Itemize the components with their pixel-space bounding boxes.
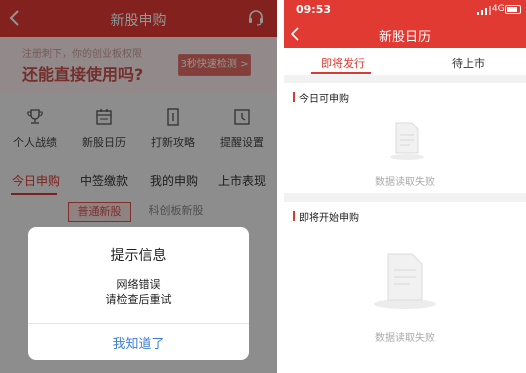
section-accent-bar	[293, 211, 295, 221]
top-nav-bar: 新股日历	[284, 20, 526, 48]
dialog-confirm-button[interactable]: 我知道了	[28, 333, 249, 352]
left-screen-ipo-subscribe: 新股申购 注册刺下，你的创业板权限 还能直接使用吗? 3秒快速检测 > 个人战绩	[0, 0, 277, 373]
dialog-message: 网络错误	[116, 278, 161, 291]
right-screen-ipo-calendar: 09:53 4G 新股日历 即将发行 待上市 今日可申购 数据读取失败 即将开始…	[284, 0, 526, 373]
section-title: 即将开始申购	[299, 213, 359, 224]
battery-icon	[505, 5, 521, 14]
empty-state-text: 数据读取失败	[375, 333, 435, 344]
screen-gap	[277, 0, 284, 373]
empty-document-icon	[374, 253, 436, 309]
dialog-title: 提示信息	[110, 248, 167, 264]
tab-pending-listing[interactable]: 待上市	[452, 55, 485, 71]
network-type: 4G	[492, 4, 505, 14]
page-title: 新股日历	[378, 30, 431, 45]
empty-state-text: 数据读取失败	[375, 177, 435, 188]
section-title: 今日可申购	[299, 94, 349, 105]
signal-icon	[477, 6, 491, 15]
empty-document-icon	[390, 122, 424, 160]
section-accent-bar	[293, 92, 295, 102]
dialog-message: 请检查后重试	[105, 293, 172, 306]
tab-upcoming-issue[interactable]: 即将发行	[321, 55, 365, 71]
section-card-today: 今日可申购 数据读取失败	[284, 83, 526, 193]
active-tab-underline	[311, 72, 371, 74]
alert-dialog: 提示信息 网络错误 请检查后重试 我知道了	[28, 227, 249, 360]
status-bar: 09:53 4G	[284, 0, 526, 20]
dialog-divider	[28, 323, 249, 324]
status-time: 09:53	[296, 3, 332, 16]
section-card-upcoming: 即将开始申购 数据读取失败	[284, 202, 526, 373]
calendar-tabs: 即将发行 待上市	[284, 48, 526, 75]
